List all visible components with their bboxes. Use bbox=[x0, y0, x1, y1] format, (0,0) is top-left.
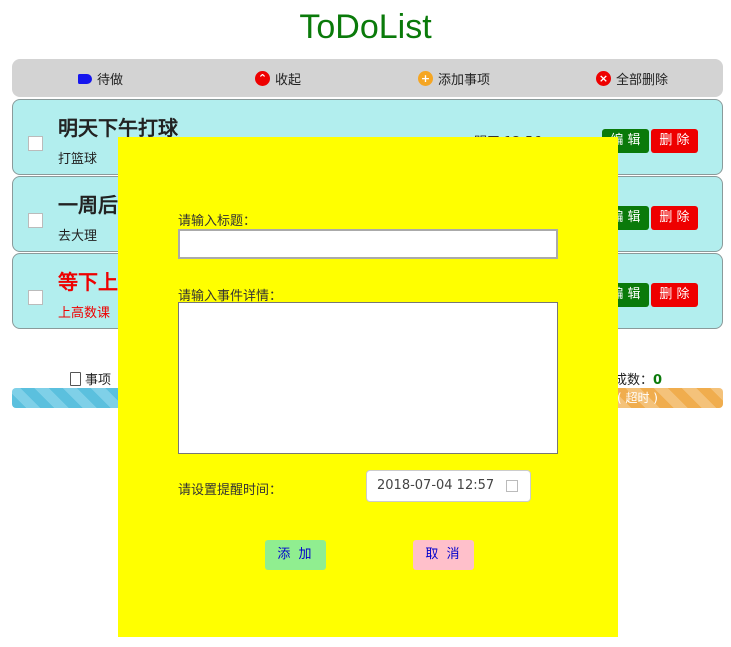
completed-count: 0 bbox=[653, 373, 663, 388]
items-label: 事项 bbox=[85, 373, 112, 388]
add-button[interactable]: 添 加 bbox=[265, 540, 326, 570]
task-checkbox[interactable] bbox=[28, 213, 43, 228]
reminder-time-input[interactable]: 2018-07-04 12:57 bbox=[366, 470, 531, 502]
toolbar-todo[interactable]: 待做 bbox=[78, 69, 123, 88]
cancel-button[interactable]: 取 消 bbox=[413, 540, 474, 570]
toolbar-delete-all[interactable]: × 全部删除 bbox=[596, 69, 668, 88]
delete-button[interactable]: 删 除 bbox=[651, 283, 698, 307]
task-title: 等下上 bbox=[58, 270, 118, 294]
progress-overdue: ( 超时 ) bbox=[603, 388, 723, 408]
calendar-icon bbox=[506, 480, 518, 492]
items-stat: 事项 bbox=[70, 369, 111, 388]
task-detail: 打篮球 bbox=[58, 152, 98, 167]
reminder-time-value: 2018-07-04 12:57 bbox=[377, 478, 495, 493]
time-label: 请设置提醒时间： bbox=[178, 483, 283, 498]
add-task-modal: 请输入标题： 请输入事件详情： 请设置提醒时间： 2018-07-04 12:5… bbox=[118, 137, 618, 637]
task-title: 一周后 bbox=[58, 193, 118, 217]
toolbar: 待做 ⌃ 收起 + 添加事项 × 全部删除 bbox=[12, 59, 723, 97]
task-checkbox[interactable] bbox=[28, 136, 43, 151]
toolbar-collapse[interactable]: ⌃ 收起 bbox=[255, 69, 301, 88]
close-icon: × bbox=[596, 71, 611, 86]
delete-button[interactable]: 删 除 bbox=[651, 129, 698, 153]
task-detail: 去大理 bbox=[58, 229, 98, 244]
collapse-label: 收起 bbox=[275, 73, 302, 88]
document-icon bbox=[70, 371, 81, 386]
delete-all-label: 全部删除 bbox=[616, 73, 669, 88]
add-label: 添加事项 bbox=[438, 73, 491, 88]
todo-label: 待做 bbox=[97, 73, 124, 88]
detail-textarea[interactable] bbox=[178, 302, 558, 454]
plus-icon: + bbox=[418, 71, 433, 86]
completed-label: 成数： bbox=[614, 373, 654, 388]
title-input[interactable] bbox=[178, 229, 558, 259]
toolbar-add[interactable]: + 添加事项 bbox=[418, 69, 490, 88]
delete-button[interactable]: 删 除 bbox=[651, 206, 698, 230]
completed-stat: 成数：0 bbox=[614, 369, 662, 388]
task-checkbox[interactable] bbox=[28, 290, 43, 305]
task-detail: 上高数课 bbox=[58, 306, 111, 321]
app-title: ToDoList bbox=[299, 8, 432, 46]
chevron-up-icon: ⌃ bbox=[255, 71, 270, 86]
progress-done bbox=[12, 388, 122, 408]
tag-icon bbox=[78, 73, 92, 84]
overdue-label: ( 超时 ) bbox=[617, 391, 658, 405]
title-label: 请输入标题： bbox=[178, 214, 257, 229]
